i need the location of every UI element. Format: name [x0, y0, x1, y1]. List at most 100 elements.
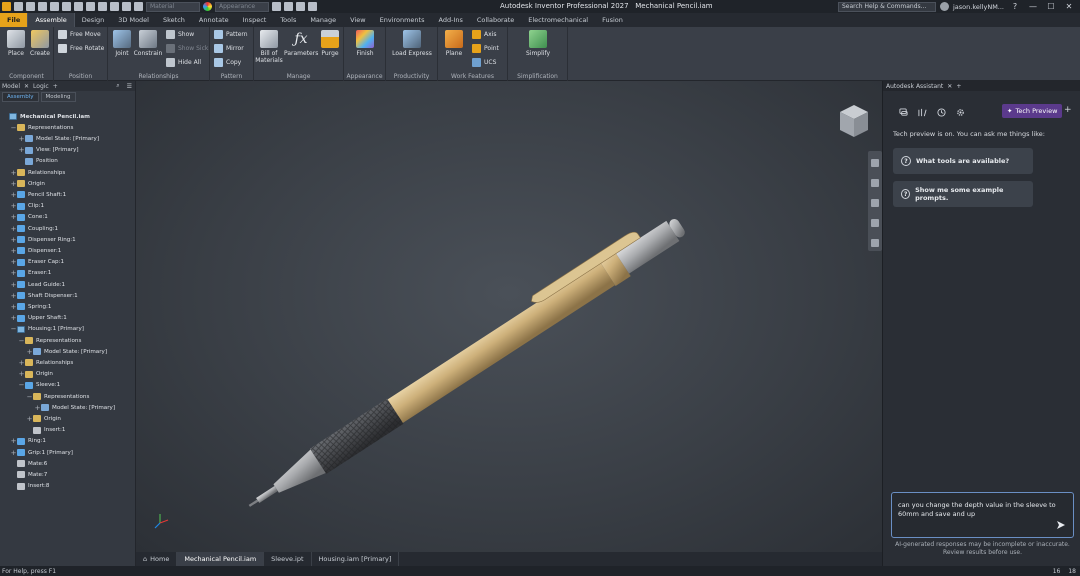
- suggested-prompt-examples[interactable]: ? Show me some example prompts.: [893, 181, 1033, 207]
- adjust-icon[interactable]: [284, 2, 293, 11]
- zoom-icon[interactable]: [871, 199, 879, 207]
- hide-all-button[interactable]: Hide All: [166, 58, 201, 67]
- app-menu-icon[interactable]: [2, 2, 11, 11]
- tab-fusion[interactable]: Fusion: [595, 13, 630, 27]
- help-icon[interactable]: ?: [1008, 2, 1022, 11]
- gear-icon[interactable]: [956, 108, 965, 117]
- chat-icon[interactable]: [899, 107, 908, 117]
- simplify-button[interactable]: Simplify: [522, 30, 554, 57]
- look-at-icon[interactable]: [871, 239, 879, 247]
- expand-icon[interactable]: +: [10, 169, 17, 177]
- new-file-icon[interactable]: [14, 2, 23, 11]
- tree-item[interactable]: + Cone:1: [0, 212, 48, 223]
- panel-appearance-label[interactable]: Appearance: [344, 73, 385, 80]
- ucs-button[interactable]: UCS: [472, 58, 496, 67]
- tree-item[interactable]: + Lead Guide:1: [0, 279, 66, 290]
- doc-tab[interactable]: Mechanical Pencil.iam: [177, 552, 265, 566]
- bill-of-materials-button[interactable]: Bill of Materials: [254, 30, 284, 64]
- expand-icon[interactable]: +: [10, 303, 17, 311]
- constrain-button[interactable]: Constrain: [133, 30, 163, 57]
- tree-item[interactable]: + Origin: [0, 369, 53, 380]
- expand-icon[interactable]: +: [10, 314, 17, 322]
- appearance-icon[interactable]: [203, 2, 212, 11]
- filter-icon[interactable]: [98, 2, 107, 11]
- tab-assembly[interactable]: Assembly: [2, 92, 39, 102]
- panel-relationships-label[interactable]: Relationships: [108, 73, 209, 80]
- open-folder-icon[interactable]: [26, 2, 35, 11]
- fx-icon[interactable]: [296, 2, 305, 11]
- expand-icon[interactable]: +: [10, 258, 17, 266]
- pan-hand-icon[interactable]: [871, 179, 879, 187]
- collapse-icon[interactable]: −: [10, 325, 17, 333]
- tree-item[interactable]: + Ring:1: [0, 436, 46, 447]
- expand-icon[interactable]: +: [10, 437, 17, 445]
- panel-work-features-label[interactable]: Work Features: [438, 73, 507, 80]
- joint-button[interactable]: Joint: [108, 30, 136, 57]
- assistant-chat-input[interactable]: can you change the depth value in the sl…: [891, 492, 1074, 538]
- expand-icon[interactable]: +: [26, 415, 33, 423]
- tree-item[interactable]: + Relationships: [0, 357, 74, 368]
- measure-icon[interactable]: [308, 2, 317, 11]
- maximize-button[interactable]: ☐: [1044, 2, 1058, 11]
- close-icon[interactable]: ✕: [24, 83, 29, 90]
- pencil-model[interactable]: [136, 81, 882, 552]
- expand-icon[interactable]: +: [10, 449, 17, 457]
- home-icon[interactable]: [74, 2, 83, 11]
- tab-electromechanical[interactable]: Electromechanical: [521, 13, 595, 27]
- tree-item[interactable]: + Eraser:1: [0, 268, 52, 279]
- tree-item[interactable]: + Model State: [Primary]: [0, 346, 107, 357]
- free-move-button[interactable]: Free Move: [58, 30, 101, 39]
- load-express-button[interactable]: Load Express: [390, 30, 434, 57]
- point-button[interactable]: Point: [472, 44, 499, 53]
- tree-item[interactable]: + Model State: [Primary]: [0, 402, 115, 413]
- tree-item[interactable]: Insert:1: [0, 425, 66, 436]
- tab-assemble[interactable]: Assemble: [27, 13, 75, 27]
- tree-item[interactable]: Position: [0, 156, 58, 167]
- show-sick-button[interactable]: Show Sick: [166, 44, 208, 53]
- help-search-input[interactable]: Search Help & Commands...: [838, 1, 936, 12]
- tree-item[interactable]: − Representations: [0, 391, 90, 402]
- expand-icon[interactable]: +: [10, 213, 17, 221]
- tree-item[interactable]: + Dispenser Ring:1: [0, 234, 76, 245]
- expand-icon[interactable]: +: [10, 225, 17, 233]
- collapse-icon[interactable]: −: [18, 337, 25, 345]
- tree-item[interactable]: Mate:6: [0, 458, 47, 469]
- tree-item[interactable]: − Housing:1 [Primary]: [0, 324, 84, 335]
- suggested-prompt-tools[interactable]: ? What tools are available?: [893, 148, 1033, 174]
- doc-tab[interactable]: Housing.iam [Primary]: [312, 552, 400, 566]
- expand-icon[interactable]: +: [10, 236, 17, 244]
- tree-item[interactable]: + Shaft Dispenser:1: [0, 290, 78, 301]
- collapse-icon[interactable]: −: [10, 124, 17, 132]
- redo-icon[interactable]: [62, 2, 71, 11]
- browser-tab-logic[interactable]: Logic: [33, 83, 49, 90]
- panel-productivity-label[interactable]: Productivity: [386, 73, 437, 80]
- history-icon[interactable]: [937, 107, 946, 117]
- expand-icon[interactable]: +: [18, 359, 25, 367]
- home-tab[interactable]: ⌂ Home: [136, 552, 178, 566]
- tab-sketch[interactable]: Sketch: [156, 13, 192, 27]
- purge-button[interactable]: Purge: [316, 30, 344, 57]
- graphics-viewport[interactable]: [136, 81, 882, 552]
- pencil-body[interactable]: [385, 261, 616, 424]
- tree-item[interactable]: + Model State: [Primary]: [0, 133, 99, 144]
- steering-wheel-icon[interactable]: [871, 159, 879, 167]
- tech-preview-button[interactable]: ✦ Tech Preview: [1002, 104, 1063, 118]
- mirror-button[interactable]: Mirror: [214, 44, 244, 53]
- pencil-lead-guide[interactable]: [256, 485, 278, 503]
- save-icon[interactable]: [38, 2, 47, 11]
- tree-item[interactable]: + Eraser Cap:1: [0, 257, 64, 268]
- material-icon[interactable]: [134, 2, 143, 11]
- tab-environments[interactable]: Environments: [373, 13, 432, 27]
- copy-button[interactable]: Copy: [214, 58, 241, 67]
- clear-override-icon[interactable]: [272, 2, 281, 11]
- expand-icon[interactable]: +: [10, 269, 17, 277]
- tab-modeling[interactable]: Modeling: [40, 92, 76, 102]
- expand-icon[interactable]: +: [10, 191, 17, 199]
- tree-item[interactable]: + View: [Primary]: [0, 145, 79, 156]
- material-dropdown[interactable]: Material: [146, 1, 200, 12]
- tab-annotate[interactable]: Annotate: [192, 13, 236, 27]
- add-icon[interactable]: +: [53, 83, 58, 90]
- doc-tab[interactable]: Sleeve.ipt: [264, 552, 312, 566]
- pencil-lead[interactable]: [248, 499, 259, 507]
- panel-component-label[interactable]: Component: [0, 73, 53, 80]
